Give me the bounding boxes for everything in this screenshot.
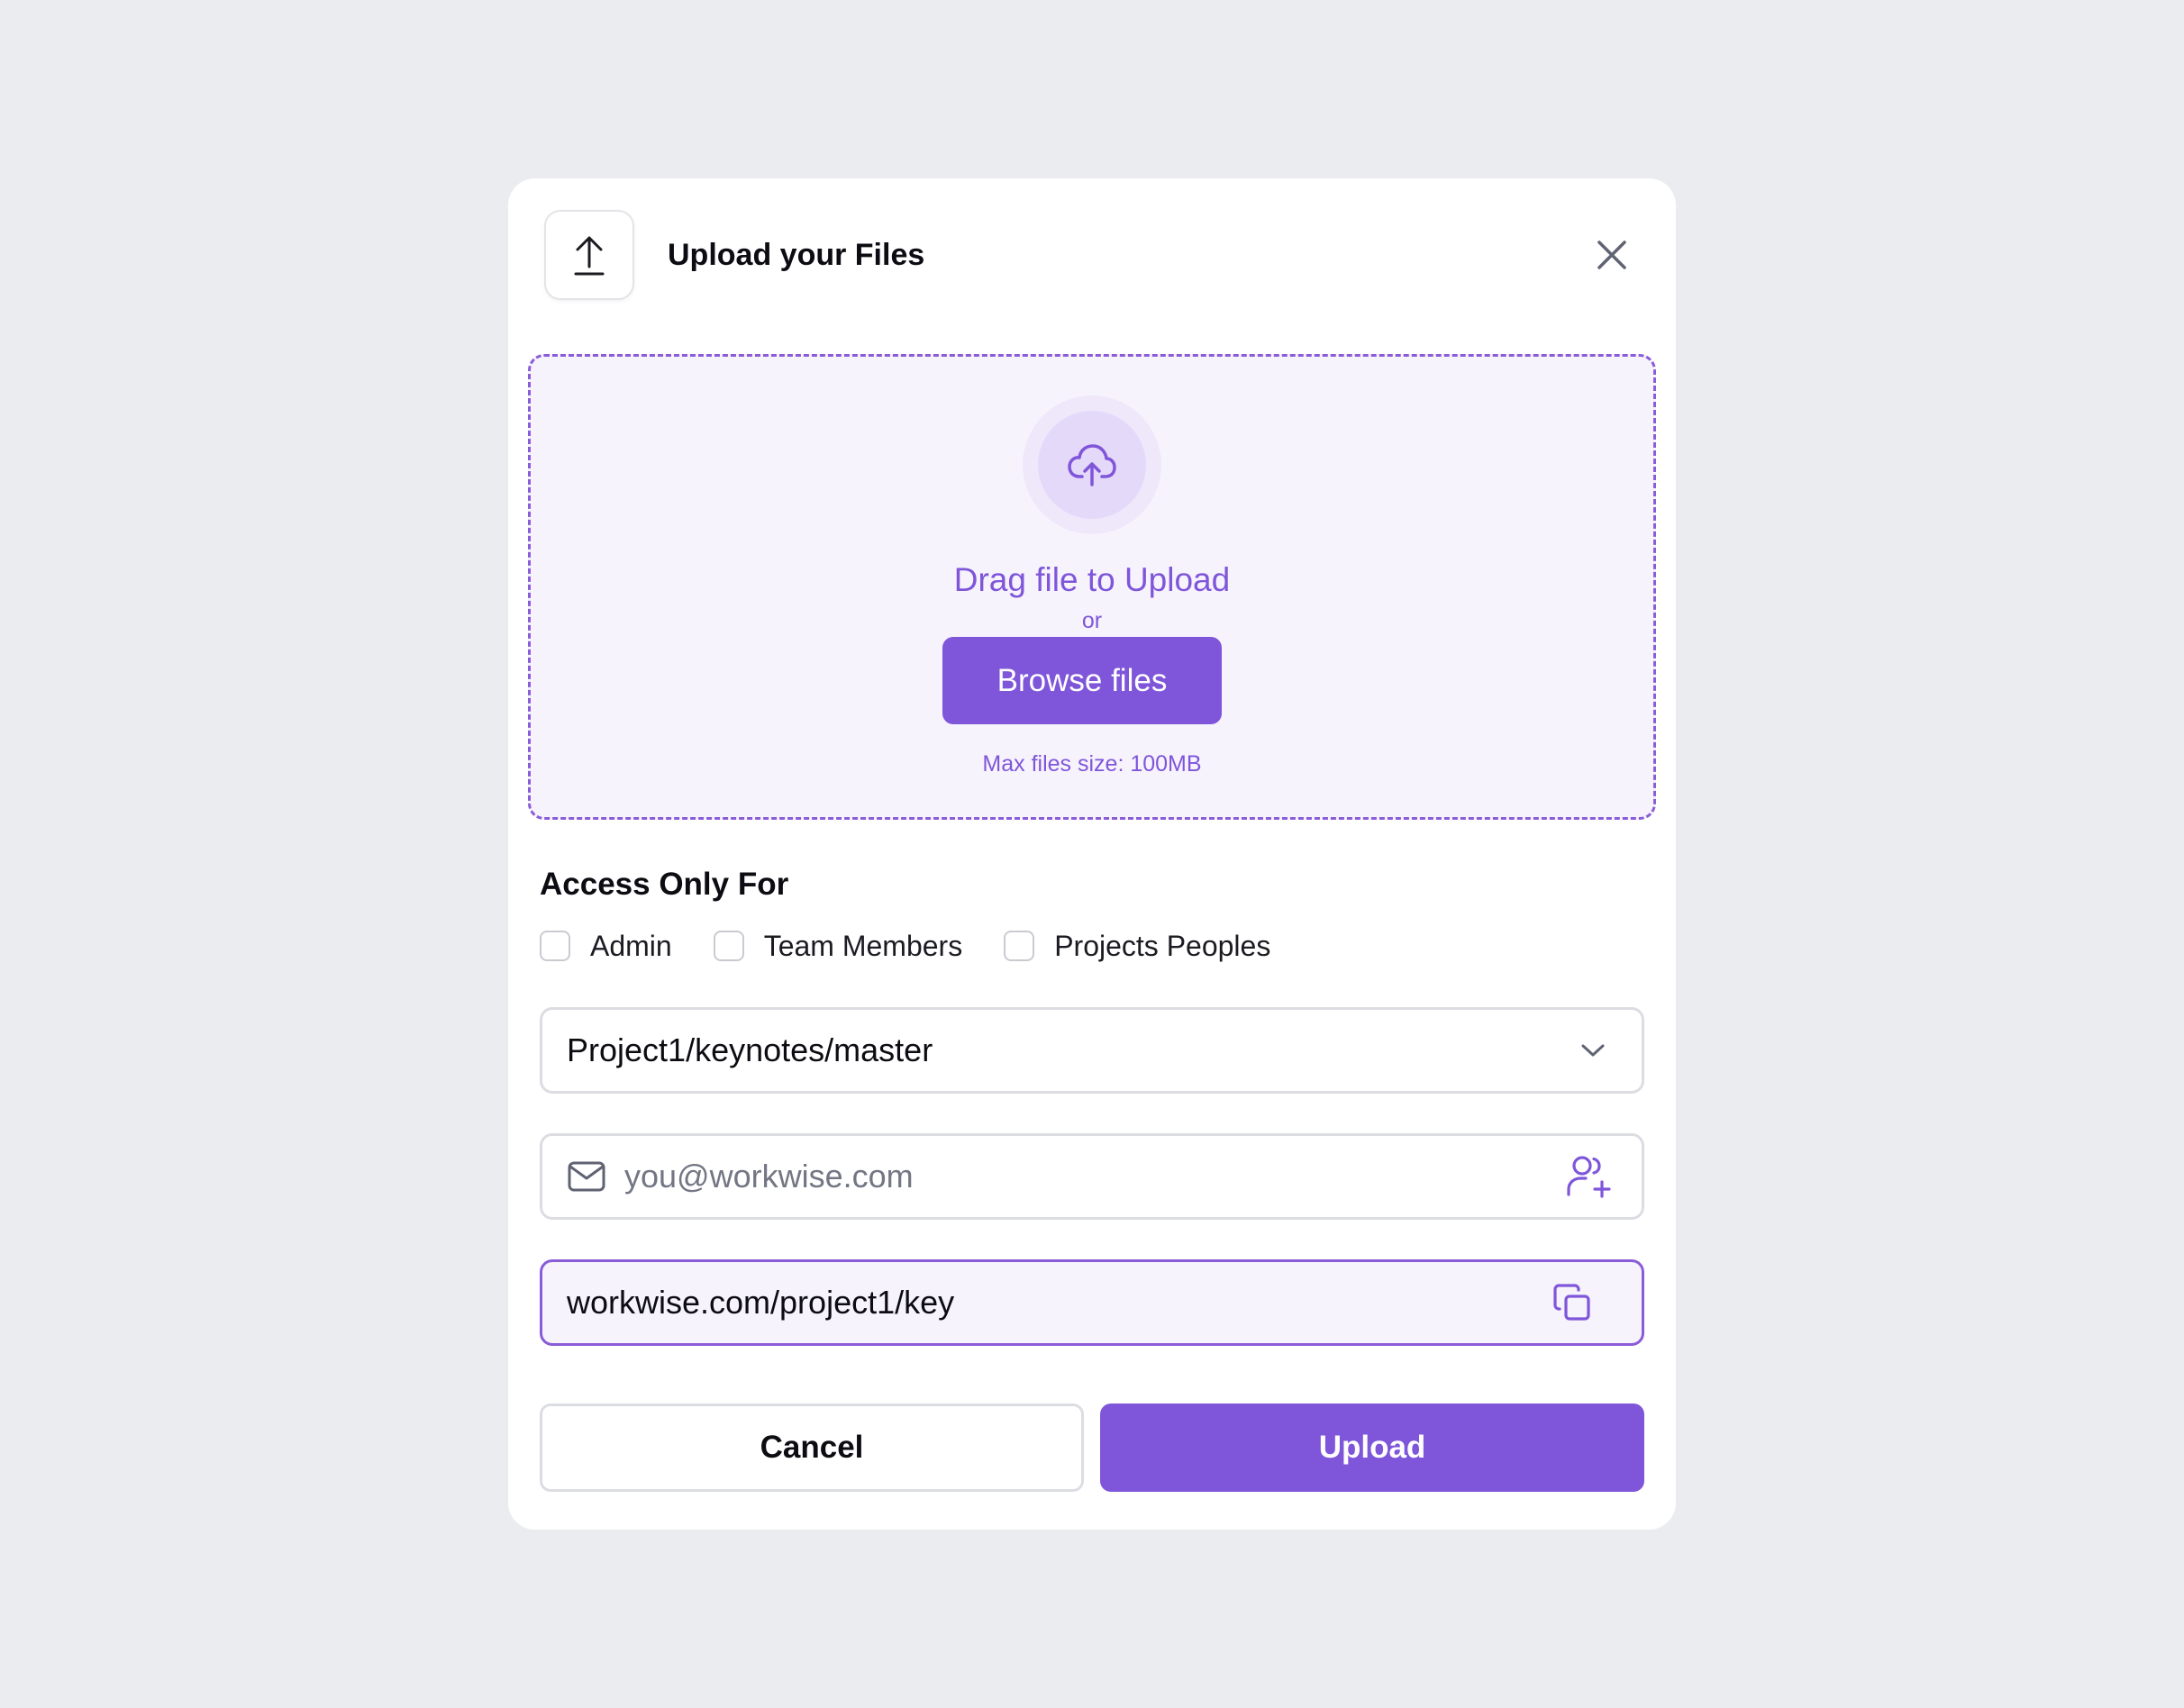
upload-button[interactable]: Upload: [1100, 1404, 1644, 1492]
projects-peoples-label: Projects Peoples: [1054, 930, 1271, 962]
admin-checkbox[interactable]: [540, 931, 570, 961]
upload-arrow-icon: [574, 236, 605, 276]
team-members-label: Team Members: [763, 930, 963, 962]
path-select[interactable]: Project1/keynotes/master: [540, 1007, 1644, 1094]
add-user-icon[interactable]: [1564, 1151, 1615, 1202]
cloud-icon-halo: [1023, 395, 1161, 534]
or-separator: or: [1081, 608, 1103, 633]
share-link-field[interactable]: workwise.com/project1/key: [540, 1259, 1644, 1346]
admin-label: Admin: [590, 930, 672, 962]
close-icon: [1597, 241, 1626, 269]
email-input[interactable]: [624, 1149, 1564, 1204]
cancel-button[interactable]: Cancel: [540, 1404, 1084, 1492]
modal-title: Upload your Files: [668, 238, 925, 272]
max-size-hint: Max files size: 100MB: [982, 751, 1202, 777]
drag-instruction: Drag file to Upload: [953, 561, 1231, 598]
team-members-checkbox[interactable]: [713, 931, 744, 961]
cloud-icon-circle: [1038, 411, 1146, 519]
upload-modal: Upload your Files Drag file to Upload or…: [508, 178, 1676, 1530]
mail-icon: [567, 1157, 606, 1196]
cloud-upload-icon: [1068, 444, 1116, 486]
projects-peoples-checkbox[interactable]: [1004, 931, 1035, 961]
email-field[interactable]: [540, 1133, 1644, 1220]
browse-files-button[interactable]: Browse files: [942, 637, 1222, 724]
access-option-team-members[interactable]: Team Members: [713, 928, 963, 964]
upload-icon-box: [544, 210, 634, 300]
access-option-admin[interactable]: Admin: [540, 928, 672, 964]
copy-icon[interactable]: [1550, 1280, 1595, 1325]
chevron-down-icon: [1575, 1032, 1611, 1068]
access-section-title: Access Only For: [540, 867, 789, 902]
access-options: Admin Team Members Projects Peoples: [540, 928, 1312, 964]
access-option-projects-peoples[interactable]: Projects Peoples: [1004, 928, 1270, 964]
close-button[interactable]: [1589, 232, 1634, 277]
path-select-value: Project1/keynotes/master: [567, 1031, 933, 1068]
file-dropzone[interactable]: Drag file to Upload or Browse files Max …: [528, 354, 1656, 820]
share-link-value: workwise.com/project1/key: [567, 1284, 955, 1321]
